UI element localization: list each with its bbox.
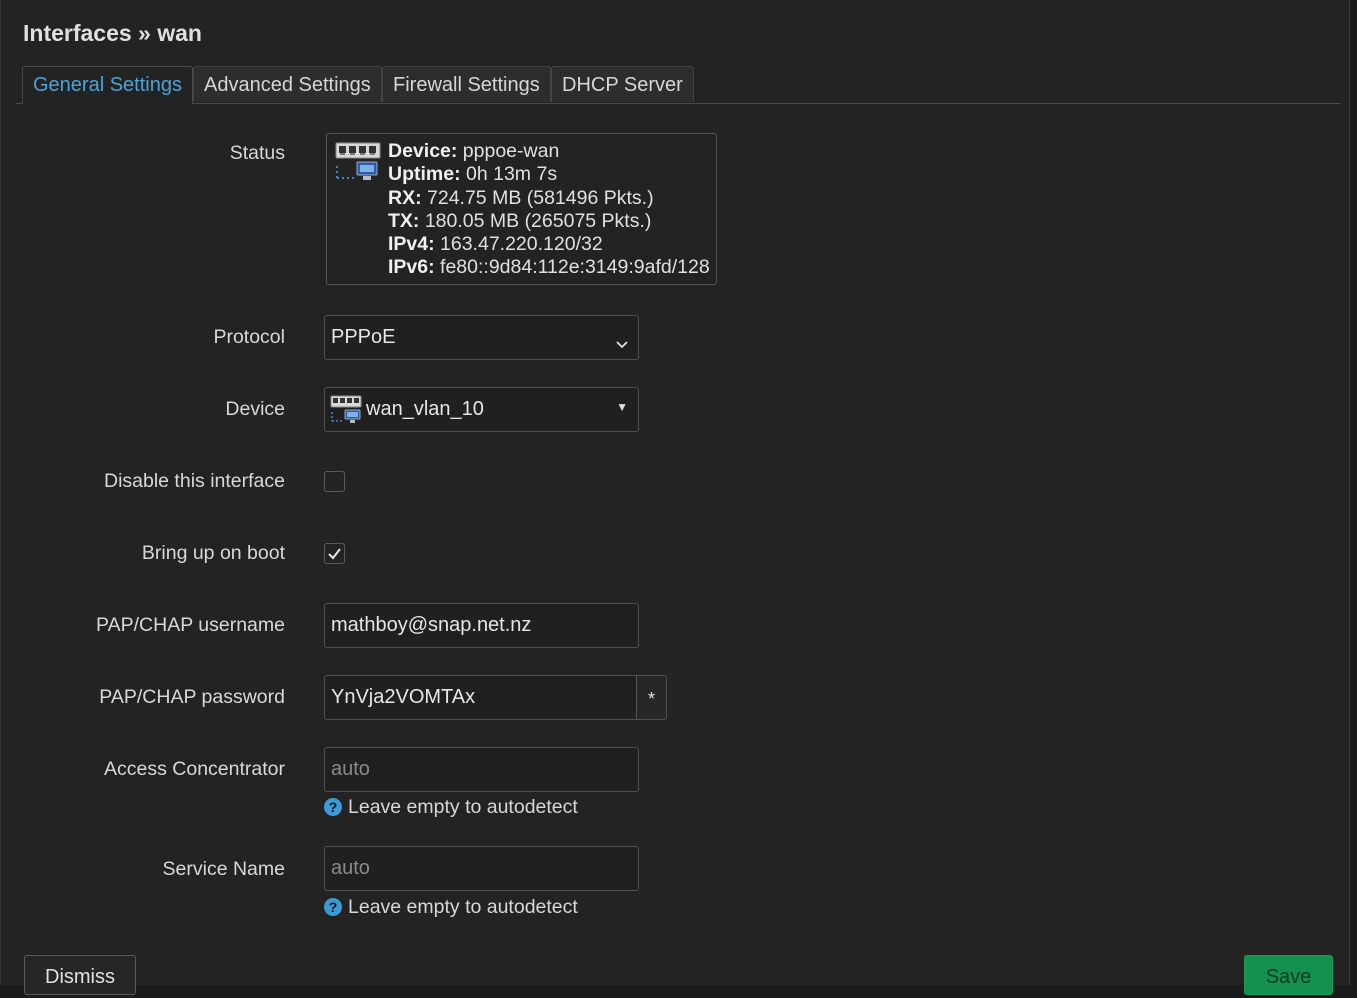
help-icon: ? bbox=[324, 898, 342, 916]
protocol-label: Protocol bbox=[213, 326, 285, 348]
disable-interface-label: Disable this interface bbox=[103, 470, 285, 492]
tab-bar: General Settings Advanced Settings Firew… bbox=[16, 66, 1340, 104]
protocol-select[interactable]: PPPoE bbox=[324, 315, 639, 360]
service-name-label: Service Name bbox=[162, 858, 285, 880]
username-input[interactable]: mathboy@snap.net.nz bbox=[324, 603, 639, 648]
device-value: wan_vlan_10 bbox=[366, 398, 484, 420]
username-value: mathboy@snap.net.nz bbox=[331, 614, 532, 636]
status-tx-line: TX: 180.05 MB (265075 Pkts.) bbox=[388, 209, 652, 232]
device-label: Device bbox=[225, 398, 285, 420]
ethernet-port-icon bbox=[330, 395, 362, 431]
access-concentrator-hint: ? Leave empty to autodetect bbox=[324, 796, 578, 819]
status-label: Status bbox=[229, 142, 285, 164]
service-name-input[interactable]: auto bbox=[324, 846, 639, 891]
help-icon: ? bbox=[324, 798, 342, 816]
status-box: Device: pppoe-wan Uptime: 0h 13m 7s RX: … bbox=[326, 133, 717, 285]
disable-interface-checkbox[interactable] bbox=[324, 471, 345, 492]
status-details: Device: pppoe-wan Uptime: 0h 13m 7s RX: … bbox=[388, 140, 710, 280]
bring-up-on-boot-checkbox[interactable] bbox=[324, 543, 345, 564]
service-name-placeholder: auto bbox=[331, 857, 370, 879]
save-button[interactable]: Save bbox=[1244, 955, 1333, 995]
service-name-hint: ? Leave empty to autodetect bbox=[324, 896, 578, 919]
dismiss-button[interactable]: Dismiss bbox=[24, 955, 136, 995]
access-concentrator-input[interactable]: auto bbox=[324, 747, 639, 792]
password-input[interactable]: YnVja2VOMTAx bbox=[324, 675, 637, 720]
device-select[interactable]: wan_vlan_10 ▼ bbox=[324, 387, 639, 432]
status-rx-line: RX: 724.75 MB (581496 Pkts.) bbox=[388, 186, 654, 209]
password-label: PAP/CHAP password bbox=[99, 686, 285, 708]
tab-general-settings[interactable]: General Settings bbox=[22, 66, 193, 104]
username-label: PAP/CHAP username bbox=[96, 614, 285, 636]
status-ipv4-line: IPv4: 163.47.220.120/32 bbox=[388, 233, 603, 256]
page-title: Interfaces » wan bbox=[23, 20, 202, 46]
bring-up-on-boot-label: Bring up on boot bbox=[141, 542, 285, 564]
password-value: YnVja2VOMTAx bbox=[331, 686, 476, 708]
tab-firewall-settings[interactable]: Firewall Settings bbox=[382, 66, 551, 102]
tab-advanced-settings[interactable]: Advanced Settings bbox=[193, 66, 382, 102]
caret-down-icon: ▼ bbox=[616, 400, 628, 414]
interface-modal: Interfaces » wan General Settings Advanc… bbox=[0, 0, 1350, 995]
password-reveal-button[interactable]: * bbox=[636, 675, 667, 720]
status-uptime-line: Uptime: 0h 13m 7s bbox=[388, 163, 558, 186]
checkmark-icon bbox=[328, 548, 341, 560]
network-device-icon bbox=[335, 142, 381, 189]
protocol-value: PPPoE bbox=[331, 326, 396, 348]
chevron-down-icon bbox=[616, 332, 628, 355]
status-device-line: Device: pppoe-wan bbox=[388, 140, 560, 162]
status-ipv6-line: IPv6: fe80::9d84:112e:3149:9afd/128 bbox=[388, 256, 710, 279]
access-concentrator-label: Access Concentrator bbox=[104, 758, 285, 780]
access-concentrator-placeholder: auto bbox=[331, 758, 370, 780]
tab-dhcp-server[interactable]: DHCP Server bbox=[551, 66, 694, 102]
